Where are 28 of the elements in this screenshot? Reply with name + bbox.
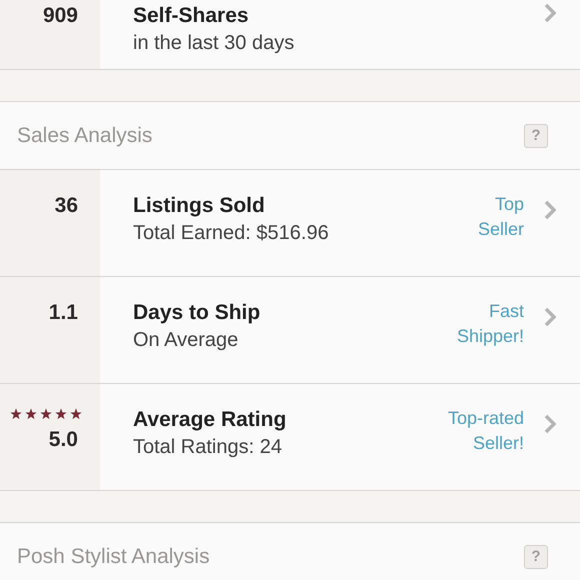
chevron-right-icon [544,200,556,220]
section-title: Sales Analysis [17,124,152,148]
achievement-label: Top-rated [448,408,524,429]
stat-subtitle: in the last 30 days [133,32,296,55]
achievement-label: Fast [488,301,524,322]
stat-subtitle: On Average [133,329,240,352]
stat-row[interactable]: 1.1 Days to Ship On Average Fast Shipper! [0,276,580,383]
stat-row[interactable]: 36 Listings Sold Total Earned: $516.96 Top Seller [0,169,580,276]
achievement-label: Top [494,194,524,215]
achievement-label: Seller! [472,433,524,454]
achievement-label: Shipper! [456,326,524,347]
achievement-label: Seller [478,219,524,240]
stat-value: 36 [54,194,78,218]
chevron-right-icon [544,3,556,23]
stat-title: Days to Ship [133,301,262,325]
section-title: Posh Stylist Analysis [17,544,210,568]
stat-title: Self-Shares [133,4,250,28]
stat-title: Listings Sold [133,194,266,218]
stat-subtitle: Total Earned: $516.96 [133,222,330,245]
stat-row[interactable]: 5.0 Average Rating Total Ratings: 24 Top-rated Seller! [0,383,580,490]
stat-value: 909 [42,4,78,28]
stat-value: 1.1 [48,301,78,325]
stat-title: Average Rating [133,408,288,432]
chevron-right-icon [544,414,556,434]
stat-row[interactable]: 909 Self-Shares in the last 30 days [0,0,580,69]
stat-subtitle: Total Ratings: 24 [133,436,283,459]
chevron-right-icon [544,307,556,327]
stat-value: 5.0 [48,428,78,452]
